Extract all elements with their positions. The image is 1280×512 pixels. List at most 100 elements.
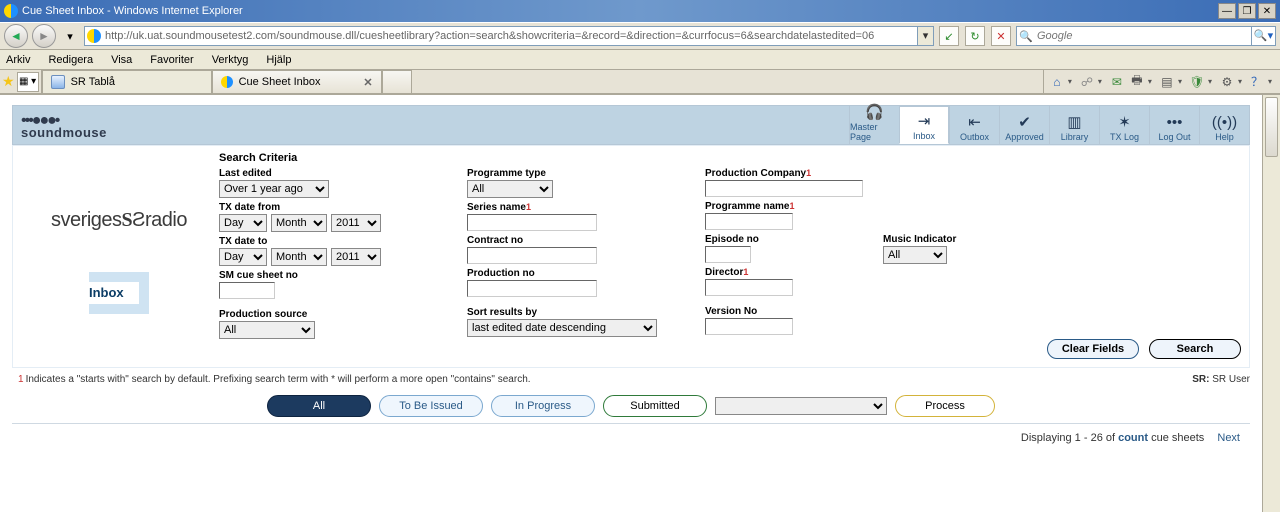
- version-no-label: Version No: [705, 306, 865, 317]
- address-dropdown[interactable]: ▾: [917, 27, 933, 45]
- series-name-input[interactable]: [467, 214, 597, 231]
- page-menu-icon[interactable]: ▤: [1158, 73, 1176, 91]
- page-dropdown[interactable]: ▾: [60, 26, 80, 46]
- home-icon[interactable]: ⌂: [1048, 73, 1066, 91]
- logout-icon: •••: [1166, 113, 1184, 131]
- rss-icon[interactable]: ☍: [1078, 73, 1096, 91]
- nav-tab-help[interactable]: ((•))Help: [1199, 106, 1249, 144]
- menu-arkiv[interactable]: Arkiv: [6, 54, 30, 66]
- user-label: SR:: [1192, 374, 1209, 385]
- episode-no-input[interactable]: [705, 246, 751, 263]
- tab-favicon-icon: [51, 75, 65, 89]
- tx-to-label: TX date to: [219, 236, 449, 247]
- close-tab-button[interactable]: ✕: [363, 76, 372, 89]
- production-source-select[interactable]: All: [219, 321, 315, 339]
- next-page-link[interactable]: Next: [1217, 432, 1240, 444]
- minimize-button[interactable]: —: [1218, 3, 1236, 19]
- maximize-button[interactable]: ❐: [1238, 3, 1256, 19]
- search-engine-input[interactable]: [1035, 29, 1251, 43]
- tab-cue-sheet-inbox[interactable]: Cue Sheet Inbox ✕: [212, 70, 382, 93]
- programme-name-label: Programme name1: [705, 201, 865, 212]
- footnote-sup: 1: [18, 374, 24, 385]
- nav-tab-outbox[interactable]: ⇤Outbox: [949, 106, 999, 144]
- headphones-icon: 🎧: [866, 103, 884, 121]
- search-icon: 🔍: [1017, 30, 1035, 43]
- nav-tab-inbox[interactable]: ⇥Inbox: [899, 106, 949, 144]
- nav-tab-log-out[interactable]: •••Log Out: [1149, 106, 1199, 144]
- tools-icon[interactable]: ⚙: [1218, 73, 1236, 91]
- print-icon[interactable]: 🖶: [1128, 73, 1146, 91]
- search-go-button[interactable]: 🔍▾: [1251, 27, 1275, 45]
- window-titlebar: Cue Sheet Inbox - Windows Internet Explo…: [0, 0, 1280, 22]
- nav-tab-tx-log[interactable]: ✶TX Log: [1099, 106, 1149, 144]
- episode-no-label: Episode no: [705, 234, 865, 245]
- panel-heading: Search Criteria: [19, 152, 1243, 164]
- tab-sr-tabla[interactable]: SR Tablå: [42, 70, 212, 93]
- filter-select[interactable]: [715, 397, 887, 415]
- filter-in-progress-button[interactable]: In Progress: [491, 395, 595, 417]
- menu-visa[interactable]: Visa: [111, 54, 132, 66]
- production-company-input[interactable]: [705, 180, 863, 197]
- filter-to-be-issued-button[interactable]: To Be Issued: [379, 395, 483, 417]
- stop-button[interactable]: ✕: [991, 26, 1011, 46]
- sm-cue-sheet-no-input[interactable]: [219, 282, 275, 299]
- ie-icon: [4, 4, 18, 18]
- back-button[interactable]: ◄: [4, 24, 28, 48]
- tx-to-year-select[interactable]: 2011: [331, 248, 381, 266]
- production-no-label: Production no: [467, 268, 687, 279]
- quick-tabs-button[interactable]: ▦ ▾: [17, 72, 39, 92]
- brand-name: soundmouse: [21, 125, 107, 140]
- safety-icon[interactable]: 🛡: [1188, 73, 1206, 91]
- library-icon: ▥: [1066, 113, 1084, 131]
- filter-submitted-button[interactable]: Submitted: [603, 395, 707, 417]
- compat-view-button[interactable]: ↙: [939, 26, 959, 46]
- tx-to-day-select[interactable]: Day: [219, 248, 267, 266]
- new-tab-button[interactable]: [382, 70, 412, 93]
- help-icon[interactable]: ？: [1248, 73, 1266, 91]
- nav-tab-approved[interactable]: ✔Approved: [999, 106, 1049, 144]
- tx-from-month-select[interactable]: Month: [271, 214, 327, 232]
- programme-name-input[interactable]: [705, 213, 793, 230]
- director-input[interactable]: [705, 279, 793, 296]
- nav-tab-library[interactable]: ▥Library: [1049, 106, 1099, 144]
- music-indicator-label: Music Indicator: [883, 234, 1043, 245]
- inbox-badge: Inbox: [89, 272, 149, 314]
- favorites-star-icon[interactable]: ★: [2, 73, 15, 90]
- menu-hjalp[interactable]: Hjälp: [266, 54, 291, 66]
- search-button[interactable]: Search: [1149, 339, 1241, 359]
- address-bar[interactable]: ▾: [84, 26, 934, 46]
- nav-tab-master-page[interactable]: 🎧Master Page: [849, 106, 899, 144]
- tx-to-month-select[interactable]: Month: [271, 248, 327, 266]
- footnote: 1 Indicates a "starts with" search by de…: [12, 368, 1250, 387]
- tx-from-year-select[interactable]: 2011: [331, 214, 381, 232]
- tab-label: SR Tablå: [71, 76, 115, 88]
- filter-all-button[interactable]: All: [267, 395, 371, 417]
- tx-from-day-select[interactable]: Day: [219, 214, 267, 232]
- music-indicator-select[interactable]: All: [883, 246, 947, 264]
- version-no-input[interactable]: [705, 318, 793, 335]
- menu-favoriter[interactable]: Favoriter: [150, 54, 193, 66]
- user-name: SR User: [1212, 374, 1250, 385]
- browser-menu-bar: Arkiv Redigera Visa Favoriter Verktyg Hj…: [0, 50, 1280, 70]
- close-window-button[interactable]: ✕: [1258, 3, 1276, 19]
- programme-type-select[interactable]: All: [467, 180, 553, 198]
- address-input[interactable]: [103, 27, 917, 45]
- director-label: Director1: [705, 267, 865, 278]
- forward-button[interactable]: ►: [32, 24, 56, 48]
- clear-fields-button[interactable]: Clear Fields: [1047, 339, 1139, 359]
- menu-verktyg[interactable]: Verktyg: [212, 54, 249, 66]
- email-icon[interactable]: ✉: [1108, 73, 1126, 91]
- production-no-input[interactable]: [467, 280, 597, 297]
- refresh-button[interactable]: ↻: [965, 26, 985, 46]
- menu-redigera[interactable]: Redigera: [48, 54, 93, 66]
- vertical-scrollbar[interactable]: [1262, 95, 1280, 512]
- contract-no-input[interactable]: [467, 247, 597, 264]
- search-engine-box[interactable]: 🔍 🔍▾: [1016, 26, 1276, 46]
- search-criteria-panel: Search Criteria sverigesSƧradio Inbox La…: [12, 145, 1250, 368]
- last-edited-select[interactable]: Over 1 year ago: [219, 180, 329, 198]
- sort-results-select[interactable]: last edited date descending: [467, 319, 657, 337]
- process-button[interactable]: Process: [895, 395, 995, 417]
- footnote-text: Indicates a "starts with" search by defa…: [26, 374, 531, 385]
- ie-favicon-icon: [87, 29, 101, 43]
- antenna-icon: ✶: [1116, 113, 1134, 131]
